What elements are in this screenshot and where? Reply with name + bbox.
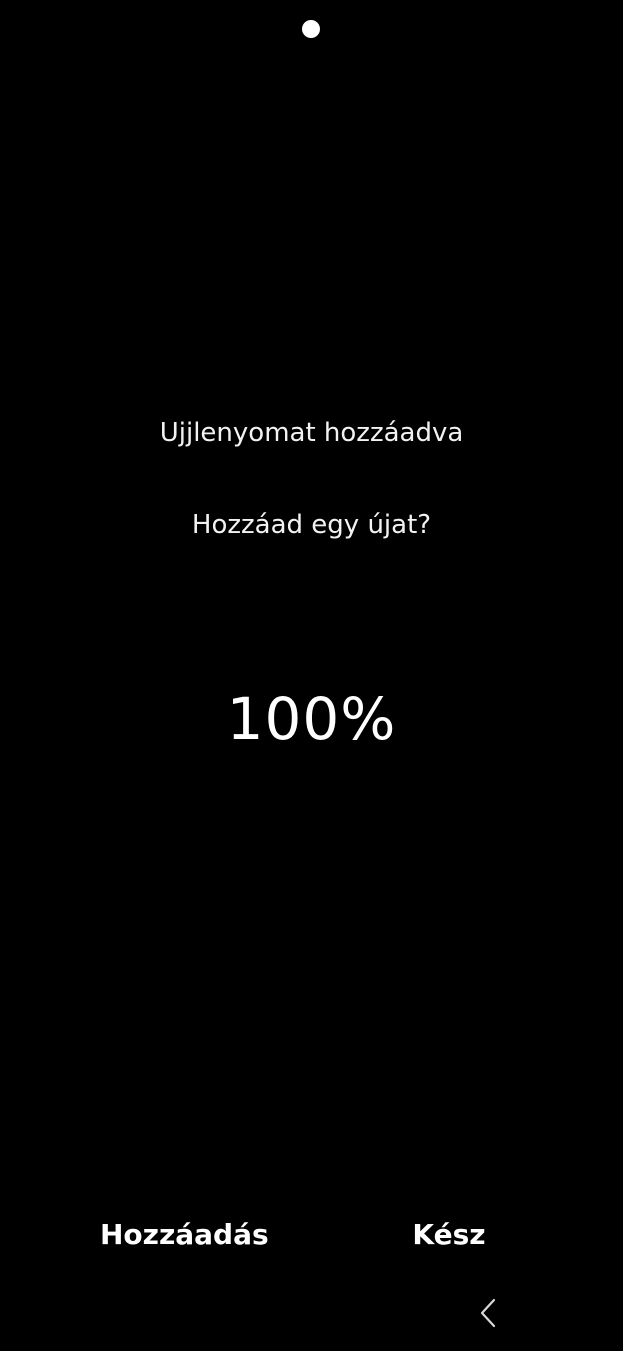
prompt-text: Hozzáad egy újat?: [191, 510, 432, 540]
camera-cutout-icon: [302, 20, 320, 38]
add-button[interactable]: Hozzáadás: [100, 1212, 269, 1258]
back-chevron-icon[interactable]: [474, 1296, 502, 1330]
page-title: Ujjlenyomat hozzáadva: [159, 418, 464, 448]
progress-percentage: 100%: [226, 685, 397, 753]
done-button[interactable]: Kész: [410, 1212, 488, 1258]
